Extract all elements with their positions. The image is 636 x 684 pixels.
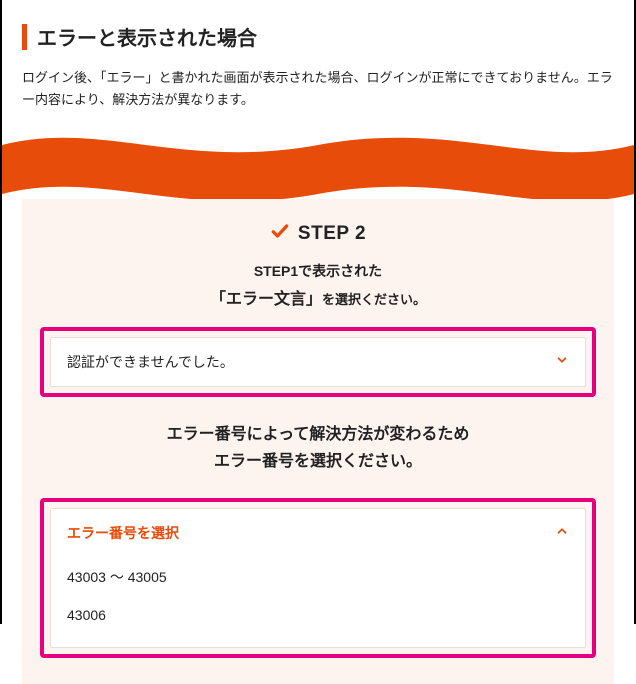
step-subtitle-small: を選択ください。 (322, 292, 426, 307)
error-number-options: 43003 〜 43005 43006 (51, 553, 585, 647)
step-subtitle-1: STEP1で表示された (40, 261, 596, 281)
error-number-option[interactable]: 43003 〜 43005 (67, 557, 569, 597)
dropdown-highlight-1: 認証ができませんでした。 (40, 327, 596, 397)
mid-instruction: エラー番号によって解決方法が変わるため エラー番号を選択ください。 (40, 421, 596, 475)
title-accent-bar (22, 24, 27, 50)
error-number-title: エラー番号を選択 (67, 523, 179, 543)
section-title: エラーと表示された場合 (37, 22, 257, 51)
dropdown-highlight-2: エラー番号を選択 43003 〜 43005 43006 (40, 498, 596, 658)
step-panel: STEP 2 STEP1で表示された 「エラー文言」を選択ください。 認証ができ… (22, 199, 614, 683)
step-label: STEP 2 (298, 223, 366, 245)
chevron-down-icon (555, 353, 569, 371)
error-number-panel: エラー番号を選択 43003 〜 43005 43006 (50, 508, 586, 648)
check-icon (270, 221, 290, 247)
error-number-option[interactable]: 43006 (67, 597, 569, 633)
mid-line-1: エラー番号によって解決方法が変わるため (40, 421, 596, 448)
error-number-dropdown-header[interactable]: エラー番号を選択 (51, 509, 585, 553)
section-title-row: エラーと表示された場合 (22, 22, 614, 51)
step-subtitle-2: 「エラー文言」を選択ください。 (40, 285, 596, 309)
step-subtitle-bold: 「エラー文言」 (210, 291, 322, 308)
mid-line-2: エラー番号を選択ください。 (40, 448, 596, 475)
error-message-dropdown[interactable]: 認証ができませんでした。 (50, 337, 586, 387)
dropdown-selected-text: 認証ができませんでした。 (67, 352, 234, 372)
step-header: STEP 2 (40, 221, 596, 247)
chevron-up-icon (555, 524, 569, 542)
intro-text: ログイン後、「エラー」と書かれた画面が表示された場合、ログインが正常にできており… (22, 67, 614, 111)
wave-divider (2, 115, 634, 205)
